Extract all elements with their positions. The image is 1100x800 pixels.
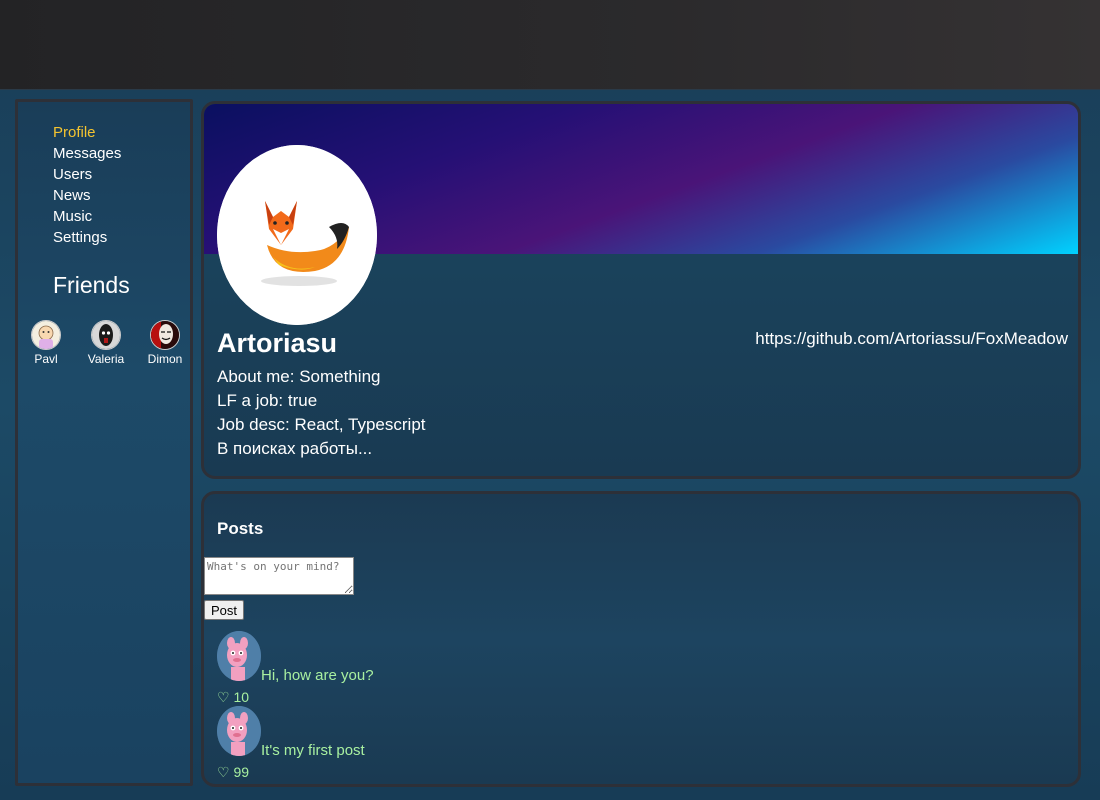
job-description-text: Job desc: React, Typescript bbox=[217, 415, 426, 434]
profile-avatar bbox=[217, 145, 377, 325]
friend-item-dimon[interactable]: Dimon bbox=[135, 320, 195, 366]
friend-name: Dimon bbox=[147, 352, 183, 366]
friend-avatar bbox=[91, 320, 121, 350]
posts-card: Posts Post Hi, how are you? ♡ 10 bbox=[201, 491, 1081, 787]
post-button[interactable]: Post bbox=[204, 600, 245, 620]
nav-item-news[interactable]: News bbox=[53, 185, 121, 206]
post-likes[interactable]: ♡ 10 bbox=[217, 689, 249, 706]
github-link[interactable]: https://github.com/Artoriassu/FoxMeadow bbox=[755, 329, 1068, 349]
friend-avatar bbox=[150, 320, 180, 350]
post-avatar bbox=[217, 631, 261, 681]
nav-item-music[interactable]: Music bbox=[53, 206, 121, 227]
friend-item-pavl[interactable]: Pavl bbox=[16, 320, 76, 366]
post-avatar bbox=[217, 706, 261, 756]
friend-name: Valeria bbox=[87, 352, 125, 366]
about-me-text: About me: Something bbox=[217, 367, 381, 386]
profile-card: Artoriasu https://github.com/Artoriassu/… bbox=[201, 101, 1081, 479]
fox-logo-icon bbox=[217, 145, 377, 325]
looking-for-job-text: LF a job: true bbox=[217, 391, 318, 410]
status-text: В поисках работы... bbox=[217, 439, 373, 458]
profile-info: About me: Something LF a job: true Job d… bbox=[217, 365, 426, 461]
top-header-bar bbox=[0, 0, 1100, 90]
nav-item-profile[interactable]: Profile bbox=[53, 122, 121, 143]
nav-item-settings[interactable]: Settings bbox=[53, 227, 121, 248]
post-likes[interactable]: ♡ 99 bbox=[217, 764, 249, 781]
sidebar-nav: Profile Messages Users News Music Settin… bbox=[53, 122, 121, 248]
friend-item-valeria[interactable]: Valeria bbox=[76, 320, 136, 366]
new-post-input[interactable] bbox=[204, 557, 354, 595]
friends-title: Friends bbox=[53, 272, 130, 298]
post-text: It's my first post bbox=[261, 742, 365, 759]
post-text: Hi, how are you? bbox=[261, 667, 374, 684]
sidebar: Profile Messages Users News Music Settin… bbox=[15, 99, 193, 786]
profile-username: Artoriasu bbox=[217, 328, 338, 358]
nav-item-messages[interactable]: Messages bbox=[53, 143, 121, 164]
friend-name: Pavl bbox=[34, 352, 58, 366]
nav-item-users[interactable]: Users bbox=[53, 164, 121, 185]
friend-avatar bbox=[31, 320, 61, 350]
posts-title: Posts bbox=[217, 519, 264, 538]
